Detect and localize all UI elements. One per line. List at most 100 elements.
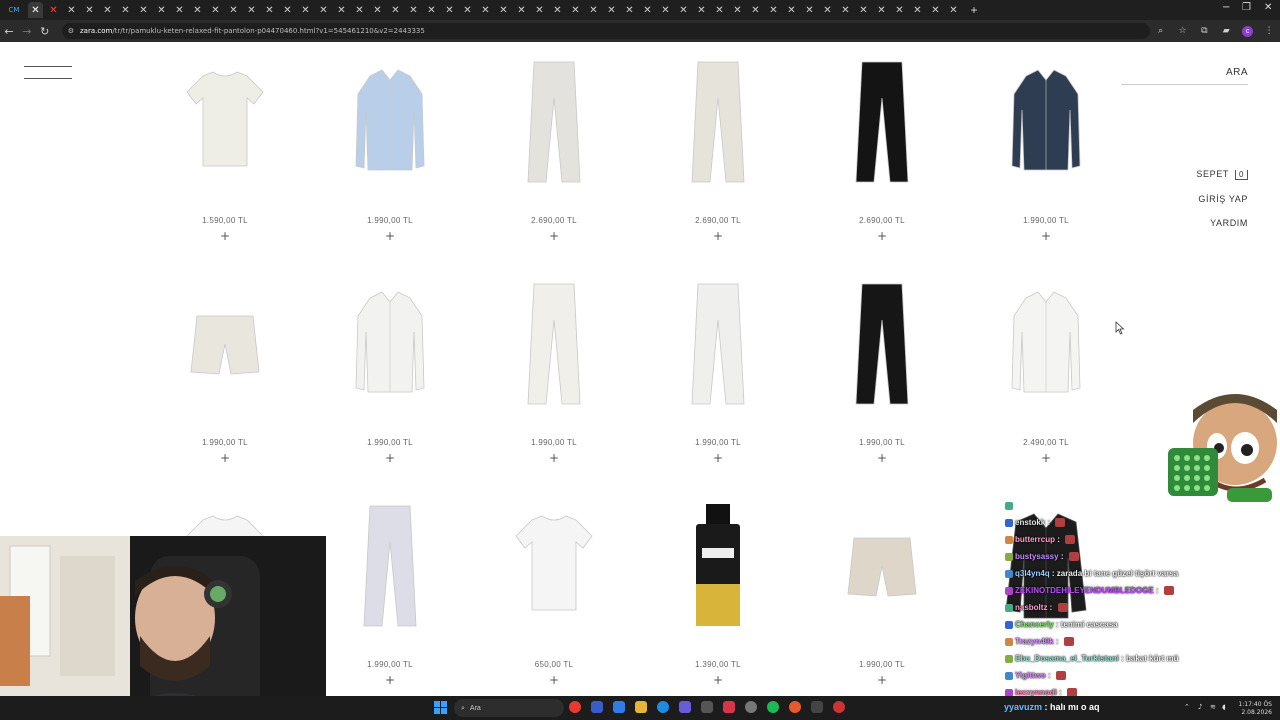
tab-youtube[interactable]: ✕ (46, 2, 61, 18)
tab-x[interactable]: ✕ (586, 2, 601, 18)
tab-x[interactable]: ✕ (532, 2, 547, 18)
minimize-icon[interactable]: − (1222, 2, 1230, 13)
tab-x[interactable]: ✕ (946, 2, 961, 18)
tab-x[interactable]: ✕ (658, 2, 673, 18)
spotify-icon[interactable] (767, 701, 779, 713)
tab-x[interactable]: ✕ (334, 2, 349, 18)
tab-x[interactable]: ✕ (64, 2, 79, 18)
product-image[interactable] (320, 498, 460, 628)
chat-username[interactable]: nasboltz (1015, 603, 1047, 612)
add-to-cart-button[interactable]: + (215, 229, 235, 243)
tab-x[interactable]: ✕ (244, 2, 259, 18)
extension-icon[interactable]: ▰ (1215, 26, 1237, 36)
chat-username[interactable]: enstokk (1015, 518, 1045, 527)
tab-x[interactable]: ✕ (748, 2, 763, 18)
reload-icon[interactable]: ↻ (36, 25, 54, 38)
tab-x[interactable]: ✕ (604, 2, 619, 18)
add-to-cart-button[interactable]: + (380, 451, 400, 465)
app-icon[interactable] (591, 701, 603, 713)
microphone-icon[interactable]: ♪ (1198, 703, 1202, 711)
tab-x[interactable]: ✕ (100, 2, 115, 18)
app-icon-5[interactable] (833, 701, 845, 713)
forward-icon[interactable]: → (18, 25, 36, 38)
add-to-cart-button[interactable]: + (544, 673, 564, 687)
new-tab-button[interactable]: + (967, 3, 981, 17)
profile-avatar[interactable]: c (1242, 25, 1254, 37)
taskbar-search[interactable]: ⌕ Ara (454, 699, 564, 717)
discord-icon[interactable] (679, 701, 691, 713)
tab-x[interactable]: ✕ (424, 2, 439, 18)
tab-x[interactable]: ✕ (388, 2, 403, 18)
tab-x[interactable]: ✕ (910, 2, 925, 18)
chrome-icon-2[interactable] (789, 701, 801, 713)
menu-icon[interactable] (24, 66, 72, 79)
product-image[interactable] (155, 276, 295, 406)
product-image[interactable] (484, 276, 624, 406)
site-info-icon[interactable]: ⚙ (68, 27, 74, 35)
cart-link[interactable]: SEPET 0 (1196, 169, 1248, 180)
chat-username[interactable]: bustysassy (1015, 552, 1059, 561)
add-to-cart-button[interactable]: + (872, 451, 892, 465)
tab-x[interactable]: ✕ (676, 2, 691, 18)
tab-x[interactable]: ✕ (514, 2, 529, 18)
add-to-cart-button[interactable]: + (215, 451, 235, 465)
add-to-cart-button[interactable]: + (872, 673, 892, 687)
tab-x[interactable]: ✕ (820, 2, 835, 18)
product-image[interactable] (812, 498, 952, 628)
tab-x[interactable]: ✕ (766, 2, 781, 18)
tab-x[interactable]: ✕ (496, 2, 511, 18)
add-to-cart-button[interactable]: + (380, 229, 400, 243)
add-to-cart-button[interactable]: + (1036, 451, 1056, 465)
tab-x[interactable]: ✕ (136, 2, 151, 18)
tab-x[interactable]: ✕ (298, 2, 313, 18)
tab-x[interactable]: ✕ (694, 2, 709, 18)
tab-x[interactable]: ✕ (28, 2, 43, 18)
tab-x[interactable]: ✕ (352, 2, 367, 18)
url-field[interactable]: ⚙ zara.com /tr/tr/pamuklu-keten-relaxed-… (61, 23, 1150, 39)
chat-username[interactable]: lexxynnodi (1015, 688, 1057, 696)
tab-x[interactable]: ✕ (550, 2, 565, 18)
tab-x[interactable]: ✕ (118, 2, 133, 18)
add-to-cart-button[interactable]: + (872, 229, 892, 243)
windows-start-icon[interactable] (434, 701, 447, 714)
product-image[interactable] (484, 498, 624, 628)
volume-icon[interactable]: ◖ (1222, 703, 1226, 711)
chat-username[interactable]: q3l4yn4q (1015, 569, 1050, 578)
tab-x[interactable]: ✕ (478, 2, 493, 18)
bookmark-star-icon[interactable]: ☆ (1172, 26, 1194, 36)
copilot-icon[interactable] (613, 701, 625, 713)
obs-icon[interactable] (745, 701, 757, 713)
app-icon-2[interactable] (701, 701, 713, 713)
chat-username[interactable]: ZEKINOTDEHILEYENDUMBLEDOGE (1015, 586, 1154, 595)
product-image[interactable] (320, 54, 460, 184)
system-clock[interactable]: 1:17:40 ÖS 2.08.2026 (1238, 701, 1272, 717)
tab-pinned[interactable]: CM (3, 2, 25, 18)
restore-icon[interactable]: ❐ (1242, 2, 1251, 13)
tab-x[interactable]: ✕ (856, 2, 871, 18)
tab-x[interactable]: ✕ (928, 2, 943, 18)
tab-x[interactable]: ✕ (406, 2, 421, 18)
tab-x[interactable]: ✕ (280, 2, 295, 18)
search-field[interactable]: ARA (1121, 62, 1248, 85)
product-image[interactable] (648, 498, 788, 628)
tab-x[interactable]: ✕ (262, 2, 277, 18)
tray-chevron-icon[interactable]: ⌃ (1184, 703, 1190, 711)
extensions-icon[interactable]: ⧉ (1193, 26, 1215, 36)
chat-username[interactable]: Ebu_Dosama_el_Turkistani (1015, 654, 1119, 663)
chat-username[interactable]: Yigittwo (1015, 671, 1046, 680)
tab-x[interactable]: ✕ (622, 2, 637, 18)
zoom-icon[interactable]: ⌕ (1150, 26, 1172, 36)
back-icon[interactable]: ← (0, 25, 18, 38)
tab-x[interactable]: ✕ (784, 2, 799, 18)
help-link[interactable]: YARDIM (1210, 218, 1248, 228)
tab-x[interactable]: ✕ (712, 2, 727, 18)
tab-x[interactable]: ✕ (208, 2, 223, 18)
product-image[interactable] (812, 276, 952, 406)
product-image[interactable] (976, 276, 1116, 406)
tab-x[interactable]: ✕ (172, 2, 187, 18)
tab-x[interactable]: ✕ (154, 2, 169, 18)
wifi-icon[interactable]: ≋ (1210, 703, 1216, 711)
chat-username[interactable]: Chancerly (1015, 620, 1054, 629)
tab-x[interactable]: ✕ (82, 2, 97, 18)
add-to-cart-button[interactable]: + (544, 451, 564, 465)
